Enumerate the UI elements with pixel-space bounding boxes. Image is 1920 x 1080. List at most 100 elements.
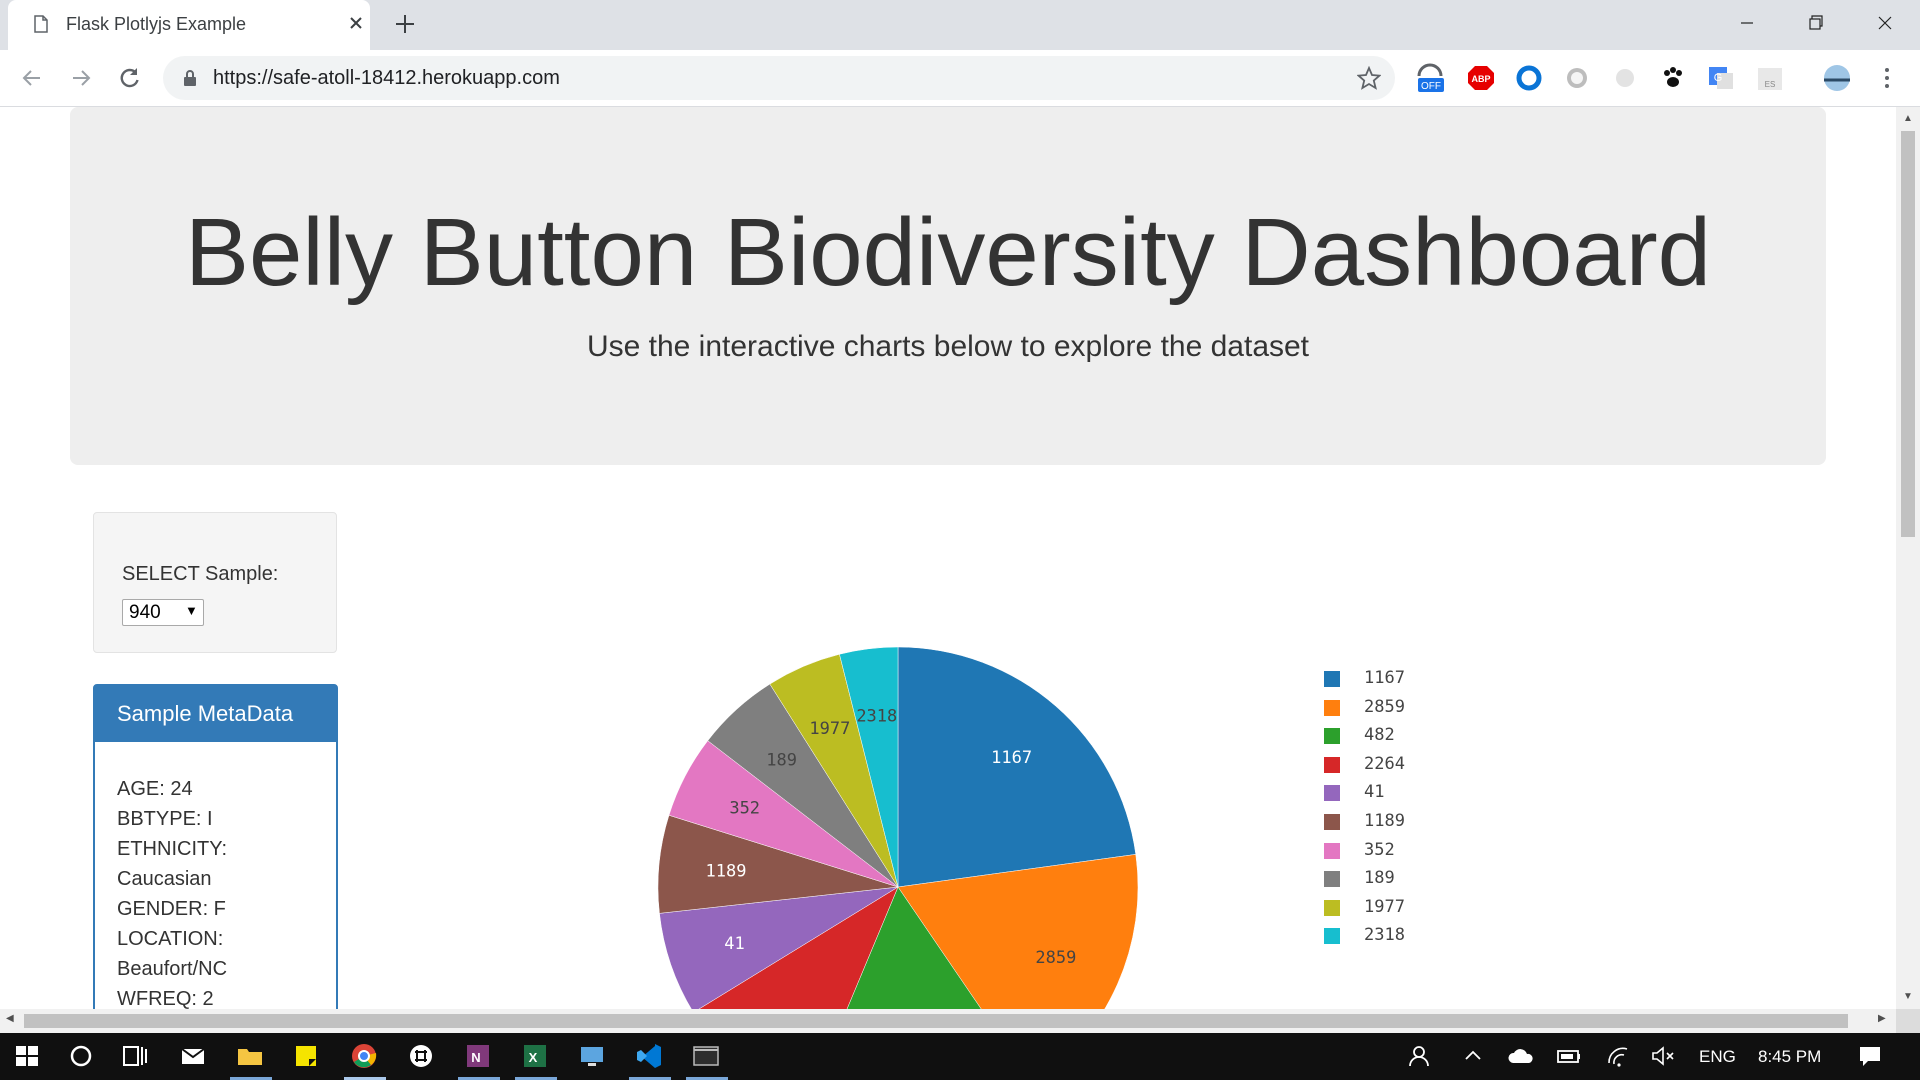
legend-swatch — [1324, 842, 1340, 859]
legend-item-41[interactable]: 41 — [1324, 782, 1464, 806]
pie-slice-label: 1189 — [706, 861, 747, 881]
people-icon[interactable] — [1406, 1041, 1436, 1071]
terminal-icon[interactable] — [691, 1041, 721, 1071]
menu-icon[interactable] — [1872, 62, 1902, 94]
minimize-icon[interactable] — [1724, 8, 1770, 38]
vertical-scrollbar[interactable]: ▲ ▼ — [1896, 107, 1920, 1009]
task-view-icon[interactable] — [120, 1041, 150, 1071]
tab-title: Flask Plotlyjs Example — [66, 14, 247, 34]
browser-tab[interactable]: Flask Plotlyjs Example — [8, 0, 370, 50]
pie-slice-label: 2859 — [1035, 948, 1076, 968]
vscode-icon[interactable] — [634, 1041, 664, 1071]
windows-start-icon[interactable] — [12, 1041, 42, 1071]
paw-extension-icon[interactable] — [1658, 62, 1688, 94]
google-translate-icon[interactable]: G — [1706, 62, 1736, 94]
wifi-icon[interactable] — [1604, 1041, 1634, 1071]
profile-avatar-icon[interactable] — [1822, 62, 1852, 94]
page-viewport: Belly Button Biodiversity Dashboard Use … — [0, 107, 1896, 1009]
language-indicator[interactable]: ENG — [1699, 1047, 1736, 1067]
browser-toolbar: https://safe-atoll-18412.herokuapp.com O… — [0, 50, 1920, 107]
metadata-line: AGE: 24 — [117, 778, 193, 800]
scroll-down-icon[interactable]: ▼ — [1903, 991, 1913, 1002]
scroll-left-icon[interactable]: ◀ — [6, 1013, 14, 1024]
notification-icon[interactable] — [1855, 1041, 1885, 1071]
metadata-line: BBTYPE: I — [117, 808, 213, 830]
metadata-heading: Sample MetaData — [95, 686, 336, 742]
sticky-notes-icon[interactable] — [291, 1041, 321, 1071]
legend-label: 41 — [1364, 782, 1385, 803]
selected-sample-value: 940 — [129, 602, 161, 623]
legend-label: 2264 — [1364, 753, 1405, 774]
svg-text:ES: ES — [1765, 80, 1776, 89]
close-tab-icon[interactable] — [344, 11, 368, 35]
sample-selector-panel: SELECT Sample: 940 ▼ — [93, 512, 337, 653]
off-badge-extension-icon[interactable]: OFF — [1415, 62, 1445, 94]
volume-muted-icon[interactable] — [1648, 1041, 1678, 1071]
legend-item-2318[interactable]: 2318 — [1324, 925, 1464, 949]
back-icon[interactable] — [18, 64, 46, 92]
legend-swatch — [1324, 871, 1340, 888]
pie-chart[interactable]: 11672859482226441118935218919772318 — [640, 646, 1180, 1009]
legend-item-2859[interactable]: 2859 — [1324, 697, 1464, 721]
vertical-scroll-thumb[interactable] — [1901, 131, 1915, 537]
legend-label: 1977 — [1364, 896, 1405, 917]
legend-item-1189[interactable]: 1189 — [1324, 811, 1464, 835]
horizontal-scroll-thumb[interactable] — [24, 1014, 1848, 1028]
forward-icon[interactable] — [67, 64, 95, 92]
adblock-plus-icon[interactable]: ABP — [1466, 62, 1496, 94]
legend-swatch — [1324, 756, 1340, 773]
onenote-icon[interactable]: N — [463, 1041, 493, 1071]
horizontal-scrollbar[interactable]: ◀ ▶ — [0, 1009, 1896, 1033]
legend-item-482[interactable]: 482 — [1324, 725, 1464, 749]
grey-circle-extension-icon[interactable] — [1562, 62, 1592, 94]
new-tab-icon[interactable] — [392, 11, 418, 37]
bookmark-star-icon[interactable] — [1357, 66, 1381, 90]
mail-icon[interactable] — [178, 1041, 208, 1071]
file-explorer-icon[interactable] — [235, 1041, 265, 1071]
legend-swatch — [1324, 899, 1340, 916]
metadata-line: WFREQ: 2 — [117, 988, 214, 1009]
legend-swatch — [1324, 699, 1340, 716]
remote-desktop-icon[interactable] — [577, 1041, 607, 1071]
pie-slice-label: 352 — [729, 798, 760, 818]
es-extension-icon[interactable]: ES — [1755, 62, 1785, 94]
page-icon — [34, 15, 48, 33]
reload-icon[interactable] — [115, 64, 143, 92]
legend-item-1977[interactable]: 1977 — [1324, 897, 1464, 921]
metadata-line: GENDER: F — [117, 898, 226, 920]
chevron-up-icon[interactable] — [1458, 1041, 1488, 1071]
clock[interactable]: 8:45 PM — [1758, 1047, 1821, 1067]
pie-slice-label: 1167 — [991, 748, 1032, 768]
metadata-body: AGE: 24 BBTYPE: I ETHNICITY: Caucasian G… — [117, 774, 327, 1009]
close-window-icon[interactable] — [1862, 8, 1908, 38]
legend-swatch — [1324, 928, 1340, 945]
address-bar[interactable]: https://safe-atoll-18412.herokuapp.com — [163, 56, 1395, 100]
legend-item-352[interactable]: 352 — [1324, 840, 1464, 864]
sample-select-dropdown[interactable]: 940 ▼ — [122, 599, 204, 626]
blue-ring-extension-icon[interactable] — [1514, 62, 1544, 94]
metadata-line: Beaufort/NC — [117, 958, 228, 980]
legend-item-2264[interactable]: 2264 — [1324, 754, 1464, 778]
restore-icon[interactable] — [1793, 8, 1839, 38]
legend-item-189[interactable]: 189 — [1324, 868, 1464, 892]
onedrive-cloud-icon[interactable] — [1506, 1041, 1536, 1071]
slack-icon[interactable] — [406, 1041, 436, 1071]
browser-tab-strip: Flask Plotlyjs Example — [0, 0, 1920, 50]
search-icon[interactable] — [66, 1041, 96, 1071]
legend-label: 2859 — [1364, 696, 1405, 717]
dot-extension-icon[interactable] — [1610, 62, 1640, 94]
scroll-up-icon[interactable]: ▲ — [1903, 113, 1913, 124]
legend-label: 189 — [1364, 868, 1395, 889]
page-title: Belly Button Biodiversity Dashboard — [184, 199, 1712, 306]
battery-icon[interactable] — [1554, 1041, 1584, 1071]
legend-swatch — [1324, 671, 1340, 687]
chrome-icon[interactable] — [349, 1041, 379, 1071]
legend-item-1167[interactable]: 1167 — [1324, 668, 1464, 692]
svg-text:G: G — [1714, 72, 1723, 84]
pie-slice-label: 189 — [766, 750, 797, 770]
windows-taskbar: N X ENG 8:45 PM — [0, 1033, 1920, 1080]
url-text: https://safe-atoll-18412.herokuapp.com — [213, 67, 560, 89]
excel-icon[interactable]: X — [520, 1041, 550, 1071]
scroll-right-icon[interactable]: ▶ — [1878, 1013, 1886, 1024]
svg-text:ABP: ABP — [1471, 74, 1490, 84]
